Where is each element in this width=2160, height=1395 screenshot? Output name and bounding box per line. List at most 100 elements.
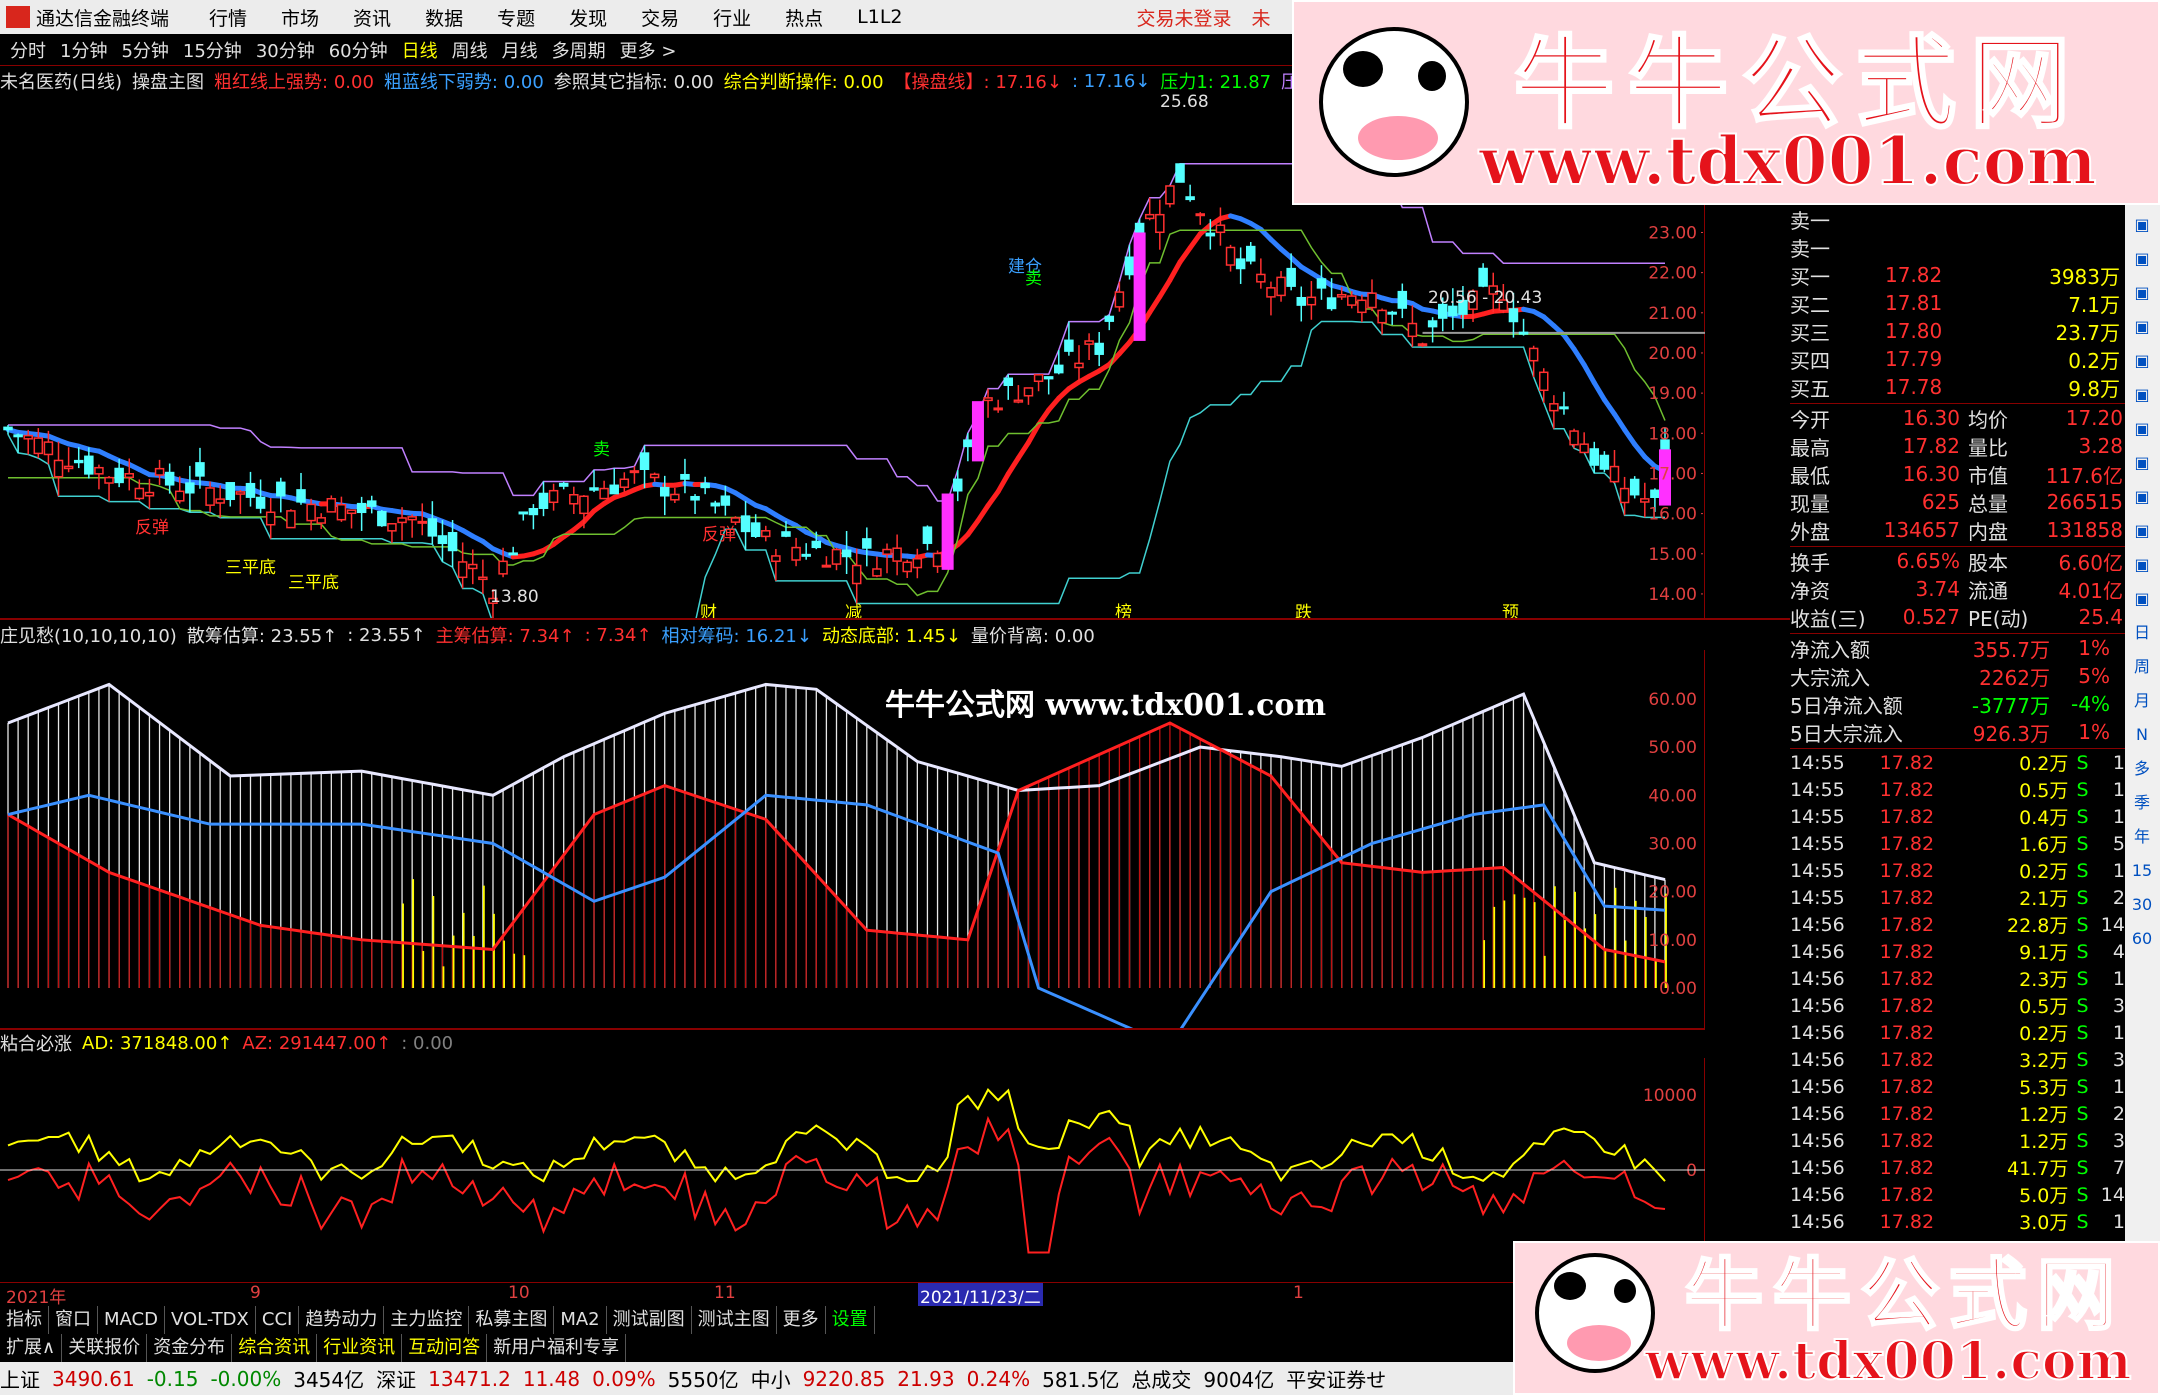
candle-body[interactable] — [185, 482, 195, 494]
candle-body[interactable] — [963, 439, 973, 448]
indicator-name[interactable]: 操盘主图 — [132, 68, 204, 94]
candle-body[interactable] — [851, 564, 862, 585]
candle-body[interactable] — [134, 487, 145, 500]
tab[interactable]: 更多 — [777, 1306, 826, 1334]
candle-body[interactable] — [1377, 309, 1387, 324]
tab-settings[interactable]: 设置 — [826, 1306, 875, 1334]
period-tab[interactable]: 分时 — [10, 37, 46, 63]
tab[interactable]: 主力监控 — [384, 1306, 470, 1334]
candle-body[interactable] — [1478, 267, 1488, 287]
candle-body[interactable] — [720, 495, 731, 506]
candle-body[interactable] — [1336, 293, 1347, 298]
candle-body[interactable] — [1629, 478, 1640, 496]
candle-body[interactable] — [528, 508, 539, 516]
candle-body[interactable] — [498, 560, 508, 575]
candle-body[interactable] — [1205, 232, 1216, 237]
candle-body[interactable] — [13, 434, 23, 438]
candle-body[interactable] — [1417, 343, 1428, 347]
period-shortcut-button[interactable]: 周 — [2128, 653, 2156, 681]
tab[interactable]: 趋势动力 — [299, 1306, 385, 1334]
toolbar-icon[interactable]: ▣ — [2128, 483, 2156, 511]
candle-body[interactable] — [1599, 454, 1610, 470]
toolbar-icon[interactable]: ▣ — [2128, 381, 2156, 409]
menu-item[interactable]: 发现 — [569, 4, 607, 31]
tab[interactable]: 资金分布 — [147, 1334, 233, 1362]
period-tab[interactable]: 周线 — [452, 37, 488, 63]
candle-body[interactable] — [1235, 258, 1246, 270]
candle-body[interactable] — [619, 478, 630, 488]
candle-body[interactable] — [33, 437, 44, 455]
candle-body[interactable] — [377, 510, 387, 527]
period-tab[interactable]: 15分钟 — [183, 37, 242, 63]
candle-body[interactable] — [609, 484, 619, 495]
candle-body[interactable] — [23, 434, 33, 440]
candle-body[interactable] — [427, 518, 438, 537]
candle-body[interactable] — [659, 486, 670, 497]
candle-body[interactable] — [407, 516, 417, 521]
candle-body[interactable] — [457, 561, 468, 579]
period-shortcut-button[interactable]: 年 — [2128, 823, 2156, 851]
candle-body[interactable] — [1397, 290, 1408, 309]
candle-body[interactable] — [1609, 465, 1620, 483]
candle-body[interactable] — [1559, 406, 1569, 410]
candle-body[interactable] — [306, 503, 316, 522]
tab[interactable]: 扩展∧ — [0, 1334, 63, 1362]
candle-body[interactable] — [1579, 443, 1589, 454]
candle-body[interactable] — [255, 496, 266, 509]
menu-item[interactable]: 市场 — [281, 4, 319, 31]
candle-body[interactable] — [296, 489, 306, 503]
candle-body[interactable] — [1528, 347, 1539, 362]
candle-body[interactable] — [952, 478, 963, 492]
candle-body[interactable] — [771, 555, 781, 563]
period-tab[interactable]: 30分钟 — [256, 37, 315, 63]
candle-body[interactable] — [1043, 376, 1054, 380]
candle-body[interactable] — [205, 487, 215, 506]
candle-body[interactable] — [1175, 163, 1185, 183]
candle-body[interactable] — [993, 407, 1003, 411]
candle-body[interactable] — [346, 509, 357, 515]
candle-body[interactable] — [1549, 403, 1559, 412]
candle-body[interactable] — [1195, 213, 1205, 217]
candle-body[interactable] — [1033, 374, 1044, 383]
candle-body[interactable] — [1316, 278, 1327, 289]
candle-body[interactable] — [801, 553, 811, 557]
candle-body[interactable] — [872, 568, 882, 577]
toolbar-icon[interactable]: ▣ — [2128, 449, 2156, 477]
candle-body[interactable] — [73, 459, 84, 464]
candle-body[interactable] — [1225, 246, 1236, 266]
candle-body[interactable] — [316, 517, 326, 524]
candle-body[interactable] — [1013, 399, 1024, 403]
candle-body[interactable] — [1640, 498, 1650, 503]
period-tab[interactable]: 1分钟 — [60, 37, 107, 63]
candle-body[interactable] — [1165, 185, 1175, 205]
candle-body[interactable] — [548, 489, 559, 504]
candle-body[interactable] — [265, 511, 276, 526]
candle-body[interactable] — [558, 482, 569, 487]
candle-body[interactable] — [892, 547, 902, 562]
candle-body[interactable] — [1569, 430, 1579, 446]
tab[interactable]: MACD — [98, 1306, 165, 1334]
candle-body[interactable] — [1347, 295, 1357, 306]
candle-body[interactable] — [1650, 489, 1660, 498]
candle-body[interactable] — [235, 491, 246, 495]
candle-body[interactable] — [599, 487, 609, 500]
candle-body[interactable] — [649, 473, 660, 479]
toolbar-icon[interactable]: ▣ — [2128, 347, 2156, 375]
candle-body[interactable] — [53, 459, 64, 478]
candle-body[interactable] — [1124, 256, 1135, 276]
candle-body[interactable] — [437, 535, 448, 545]
candle-body[interactable] — [983, 397, 993, 402]
period-shortcut-button[interactable]: 15 — [2128, 857, 2156, 885]
candle-body[interactable] — [478, 576, 488, 581]
tab[interactable]: 私募主图 — [469, 1306, 555, 1334]
candle-body[interactable] — [690, 495, 700, 501]
period-shortcut-button[interactable]: 60 — [2128, 925, 2156, 953]
candle-body[interactable] — [821, 564, 832, 568]
candle-body[interactable] — [1407, 322, 1418, 338]
candle-body[interactable] — [750, 522, 761, 537]
candle-body[interactable] — [1054, 364, 1064, 374]
candle-body[interactable] — [841, 549, 852, 558]
banner-url[interactable]: www.tdx001.com — [1644, 1330, 2133, 1393]
candle-body[interactable] — [1286, 267, 1296, 287]
toolbar-icon[interactable]: ▣ — [2128, 551, 2156, 579]
